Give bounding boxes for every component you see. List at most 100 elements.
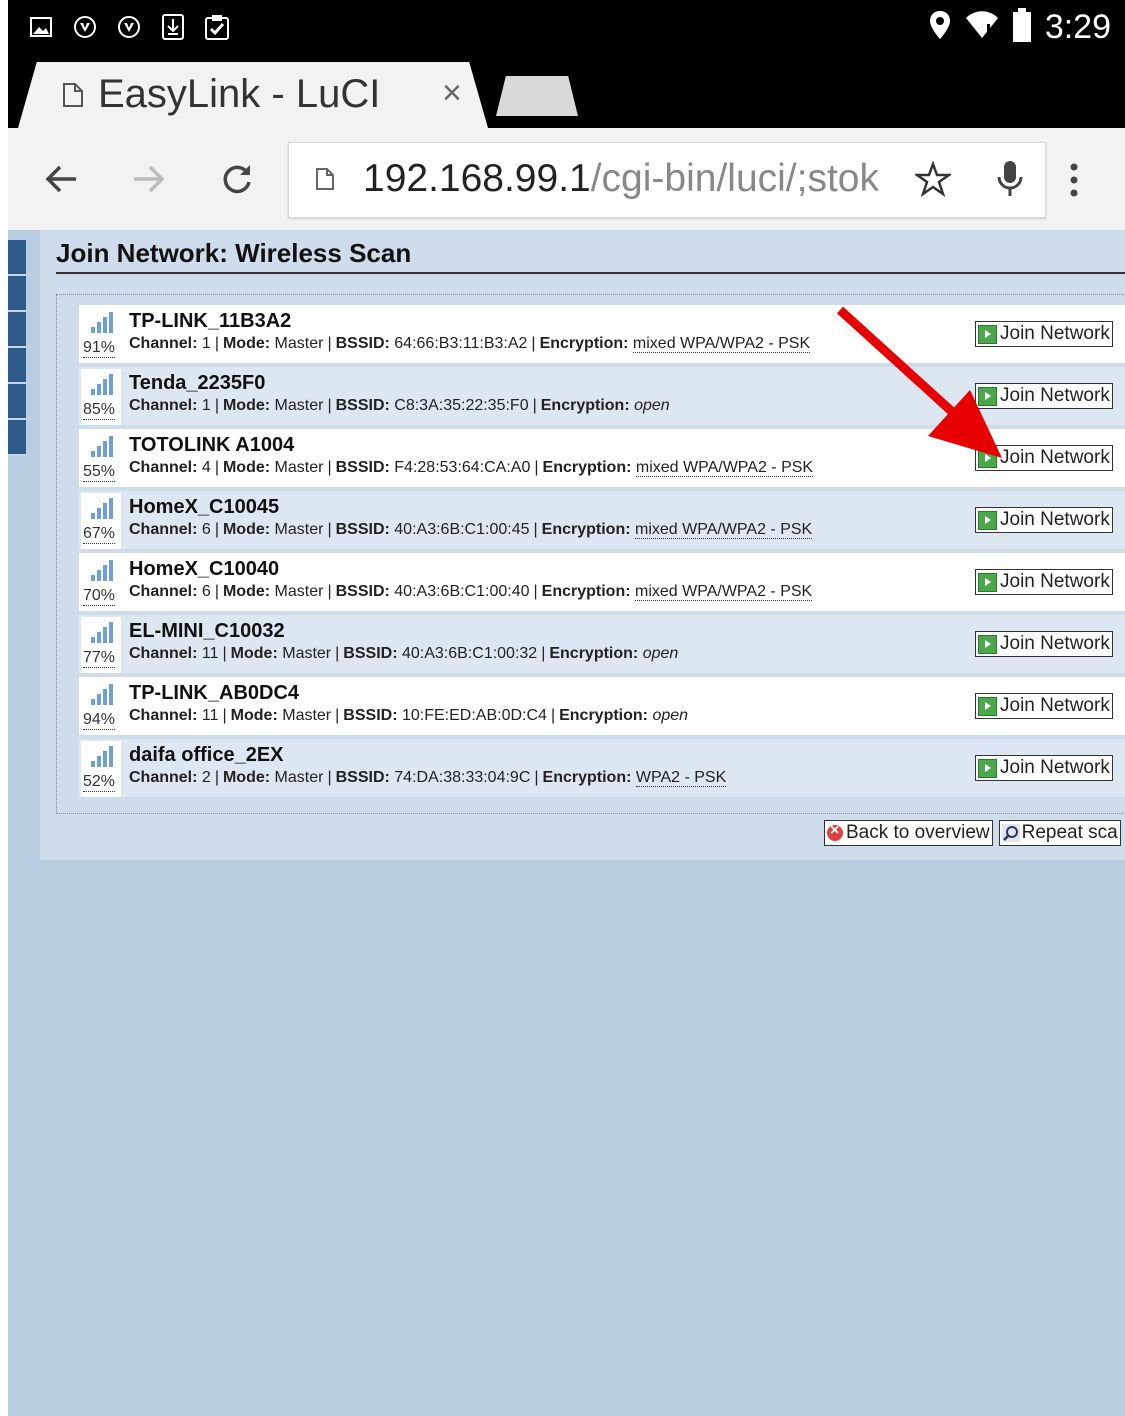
separator: |: [335, 645, 340, 662]
separator: |: [214, 769, 219, 786]
clipboard-check-icon: [204, 14, 230, 40]
encryption-label: Encryption:: [542, 459, 632, 476]
join-network-button[interactable]: Join Network: [975, 507, 1113, 533]
network-details: Channel: 6 | Mode: Master | BSSID: 40:A3:6B:…: [129, 581, 969, 603]
page-info-icon[interactable]: [315, 167, 335, 196]
separator: |: [222, 707, 227, 724]
signal-strength-icon: [91, 436, 113, 457]
signal-strength-icon: [91, 746, 113, 767]
battery-icon: [1012, 8, 1031, 47]
heading-divider: [56, 272, 1125, 274]
network-info: TP-LINK_11B3A2 Channel: 1 | Mode: Master | BS…: [129, 309, 969, 363]
bssid-value: 64:66:B3:11:B3:A2: [394, 335, 528, 352]
network-details: Channel: 4 | Mode: Master | BSSID: F4:28:53:…: [129, 457, 969, 479]
join-cell: Join Network: [973, 677, 1125, 735]
separator: |: [541, 645, 546, 662]
tab-close-button[interactable]: ×: [442, 74, 462, 113]
mode-value: Master: [274, 769, 324, 786]
encryption-label: Encryption:: [549, 645, 639, 662]
separator: |: [214, 583, 219, 600]
network-info: daifa office_2EX Channel: 2 | Mode: Master |…: [129, 743, 969, 797]
join-network-button[interactable]: Join Network: [975, 631, 1113, 657]
separator: |: [327, 459, 332, 476]
signal-percent: 85%: [83, 401, 116, 420]
microphone-icon[interactable]: [995, 159, 1025, 204]
mode-value: Master: [274, 397, 324, 414]
join-cell: Join Network: [973, 367, 1125, 425]
mode-value: Master: [274, 459, 324, 476]
shield-icon: [72, 14, 98, 40]
signal-cell: 94%: [81, 679, 121, 735]
encryption-value: mixed WPA/WPA2 - PSK: [635, 521, 813, 539]
back-arrow-icon[interactable]: [38, 156, 84, 202]
browser-tab[interactable]: EasyLink - LuCI ×: [18, 62, 488, 128]
mode-label: Mode:: [222, 521, 271, 538]
network-info: EL-MINI_C10032 Channel: 11 | Mode: Master | B…: [129, 619, 969, 673]
browser-toolbar: 192.168.99.1/cgi-bin/luci/;stok: [8, 128, 1125, 231]
network-ssid: EL-MINI_C10032: [129, 620, 285, 642]
channel-label: Channel:: [129, 335, 198, 352]
join-network-button[interactable]: Join Network: [975, 569, 1113, 595]
address-bar[interactable]: 192.168.99.1/cgi-bin/luci/;stok: [288, 142, 1046, 218]
channel-label: Channel:: [129, 397, 198, 414]
join-network-button[interactable]: Join Network: [975, 445, 1113, 471]
encryption-value: open: [652, 707, 689, 724]
separator: |: [531, 335, 536, 352]
encryption-label: Encryption:: [539, 335, 629, 352]
channel-value: 11: [201, 645, 219, 662]
mode-label: Mode:: [222, 583, 271, 600]
signal-strength-icon: [91, 560, 113, 581]
separator: |: [214, 459, 219, 476]
join-cell: Join Network: [973, 553, 1125, 611]
back-to-overview-button[interactable]: Back to overview: [824, 820, 993, 846]
join-cell: Join Network: [973, 305, 1125, 363]
new-tab-button[interactable]: [496, 76, 578, 116]
encryption-label: Encryption:: [541, 583, 631, 600]
bookmark-star-icon[interactable]: [913, 160, 953, 202]
separator: |: [327, 521, 332, 538]
mode-value: Master: [282, 645, 332, 662]
url-text[interactable]: 192.168.99.1/cgi-bin/luci/;stok: [363, 157, 893, 201]
mode-label: Mode:: [222, 459, 271, 476]
mode-label: Mode:: [222, 397, 271, 414]
bssid-value: 10:FE:ED:AB:0D:C4: [401, 707, 547, 724]
encryption-label: Encryption:: [540, 397, 630, 414]
reload-icon[interactable]: [214, 156, 260, 202]
overflow-menu-icon[interactable]: [1068, 162, 1080, 203]
signal-cell: 85%: [81, 369, 121, 425]
encryption-value: mixed WPA/WPA2 - PSK: [635, 459, 814, 477]
signal-strength-icon: [91, 622, 113, 643]
separator: |: [327, 397, 332, 414]
left-navigation[interactable]: [8, 240, 26, 480]
network-ssid: TOTOLINK A1004: [129, 434, 295, 456]
signal-strength-icon: [91, 374, 113, 395]
signal-cell: 77%: [81, 617, 121, 673]
encryption-value: mixed WPA/WPA2 - PSK: [632, 335, 811, 353]
channel-value: 1: [201, 335, 211, 352]
join-cell: Join Network: [973, 491, 1125, 549]
repeat-scan-button[interactable]: Repeat sca: [998, 820, 1121, 846]
separator: |: [214, 335, 219, 352]
signal-strength-icon: [91, 684, 113, 705]
separator: |: [533, 521, 538, 538]
url-path: /cgi-bin/luci/;stok: [590, 157, 879, 200]
network-details: Channel: 2 | Mode: Master | BSSID: 74:DA:38:…: [129, 767, 969, 789]
bssid-value: 74:DA:38:33:04:9C: [394, 769, 531, 786]
mode-value: Master: [274, 335, 324, 352]
join-network-button[interactable]: Join Network: [975, 755, 1113, 781]
signal-cell: 52%: [81, 741, 121, 797]
separator: |: [222, 645, 227, 662]
channel-label: Channel:: [129, 459, 198, 476]
forward-arrow-icon[interactable]: [126, 156, 172, 202]
bssid-label: BSSID:: [335, 397, 390, 414]
bssid-value: F4:28:53:64:CA:A0: [394, 459, 531, 476]
join-cell: Join Network: [973, 615, 1125, 673]
join-network-button[interactable]: Join Network: [975, 693, 1113, 719]
encryption-label: Encryption:: [542, 769, 632, 786]
join-network-button[interactable]: Join Network: [975, 321, 1113, 347]
mode-label: Mode:: [230, 645, 278, 662]
signal-cell: 91%: [81, 307, 121, 363]
shield-icon: [116, 14, 142, 40]
join-network-button[interactable]: Join Network: [975, 383, 1113, 409]
signal-cell: 67%: [81, 493, 121, 549]
